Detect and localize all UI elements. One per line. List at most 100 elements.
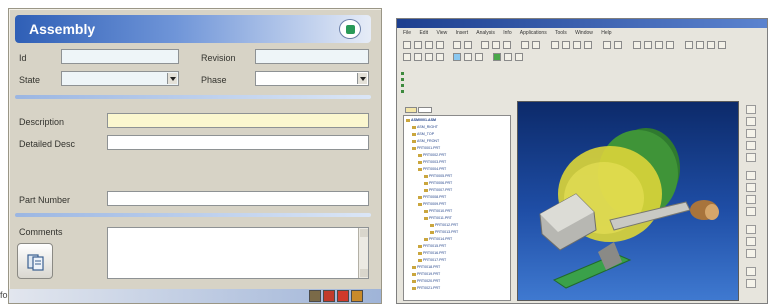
tree-item[interactable]: PRT0001.PRT (412, 146, 440, 150)
wireframe-icon[interactable] (696, 41, 704, 49)
sweep-icon[interactable] (436, 53, 444, 61)
tree-item[interactable]: PRT0006.PRT (424, 181, 452, 185)
tree-item[interactable]: PRT0020.PRT (412, 279, 440, 283)
tree-item[interactable]: PRT0017.PRT (418, 258, 446, 262)
regenerate-icon[interactable] (521, 41, 529, 49)
tree-item[interactable]: PRT0018.PRT (412, 265, 440, 269)
datum-point-icon[interactable] (655, 41, 663, 49)
help-icon[interactable] (351, 290, 363, 302)
extrude-icon[interactable] (414, 53, 422, 61)
print-icon[interactable] (436, 41, 444, 49)
tree-item[interactable]: PRT0021.PRT (412, 286, 440, 290)
zoom-out-icon[interactable] (562, 41, 570, 49)
tree-item[interactable]: PRT0019.PRT (412, 272, 440, 276)
tree-item[interactable]: ASM_FRONT (412, 139, 439, 143)
extrude-tool-icon[interactable] (746, 183, 756, 192)
menu-info[interactable]: Info (503, 30, 511, 36)
hole-tool-icon[interactable] (746, 207, 756, 216)
save-icon[interactable] (425, 41, 433, 49)
part-number-field[interactable] (107, 191, 369, 206)
chamfer-tool-icon[interactable] (746, 237, 756, 246)
undo-icon[interactable] (453, 41, 461, 49)
window-icon[interactable] (532, 41, 540, 49)
menu-file[interactable]: File (403, 30, 411, 36)
tree-item[interactable]: PRT0002.PRT (418, 153, 446, 157)
accept-icon[interactable] (493, 53, 501, 61)
attach-document-button[interactable] (17, 243, 53, 279)
revision-field[interactable] (255, 49, 369, 64)
scroll-down-icon[interactable] (360, 269, 368, 277)
tree-item[interactable]: PRT0015.PRT (418, 244, 446, 248)
menu-analysis[interactable]: Analysis (476, 30, 495, 36)
state-dropdown[interactable] (61, 71, 179, 86)
sketch-tool-icon[interactable] (746, 171, 756, 180)
paste-icon[interactable] (503, 41, 511, 49)
tree-item[interactable]: PRT0004.PRT (418, 167, 446, 171)
mirror-tool-icon[interactable] (746, 279, 756, 288)
new-icon[interactable] (403, 41, 411, 49)
component-icon[interactable] (453, 53, 461, 61)
assemble-icon[interactable] (464, 53, 472, 61)
saved-views-icon[interactable] (603, 41, 611, 49)
menu-applications[interactable]: Applications (520, 30, 547, 36)
cancel-icon[interactable] (323, 290, 335, 302)
revolve-icon[interactable] (425, 53, 433, 61)
tree-item[interactable]: PRT0013.PRT (430, 230, 458, 234)
hidden-line-icon[interactable] (707, 41, 715, 49)
detailed-desc-field[interactable] (107, 135, 369, 150)
tree-item[interactable]: PRT0008.PRT (418, 195, 446, 199)
3d-viewport[interactable] (517, 101, 739, 301)
open-icon[interactable] (414, 41, 422, 49)
scroll-up-icon[interactable] (360, 229, 368, 237)
tree-item[interactable]: PRT0014.PRT (424, 237, 452, 241)
round-tool-icon[interactable] (746, 225, 756, 234)
measure-icon[interactable] (504, 53, 512, 61)
sketch-icon[interactable] (403, 53, 411, 61)
datum-axis-icon[interactable] (644, 41, 652, 49)
refit-icon[interactable] (573, 41, 581, 49)
tab-layer-tree[interactable] (418, 107, 433, 113)
coordinate-system-tool-icon[interactable] (746, 153, 756, 162)
menu-view[interactable]: View (436, 30, 447, 36)
tree-item[interactable]: PRT0011.PRT (424, 216, 452, 220)
menu-help[interactable]: Help (601, 30, 611, 36)
zoom-in-icon[interactable] (551, 41, 559, 49)
shading-icon[interactable] (685, 41, 693, 49)
datum-axis-tool-icon[interactable] (746, 117, 756, 126)
tree-item[interactable]: PRT0005.PRT (424, 174, 452, 178)
copy-icon[interactable] (492, 41, 500, 49)
datum-plane-icon[interactable] (633, 41, 641, 49)
tree-item[interactable]: PRT0012.PRT (430, 223, 458, 227)
datum-curve-tool-icon[interactable] (746, 129, 756, 138)
layers-icon[interactable] (614, 41, 622, 49)
revolve-tool-icon[interactable] (746, 195, 756, 204)
tree-item[interactable]: PRT0007.PRT (424, 188, 452, 192)
orient-icon[interactable] (584, 41, 592, 49)
tree-item[interactable]: PRT0016.PRT (418, 251, 446, 255)
tree-item[interactable]: ASM_RIGHT (412, 125, 438, 129)
comments-scrollbar[interactable] (358, 228, 368, 278)
redo-icon[interactable] (464, 41, 472, 49)
pattern-tool-icon[interactable] (746, 267, 756, 276)
tree-root[interactable]: ASM0001.ASM (406, 118, 436, 122)
menu-tools[interactable]: Tools (555, 30, 567, 36)
tree-item[interactable]: PRT0009.PRT (418, 202, 446, 206)
csys-icon[interactable] (666, 41, 674, 49)
menu-window[interactable]: Window (575, 30, 593, 36)
create-icon[interactable] (475, 53, 483, 61)
tree-item[interactable]: PRT0003.PRT (418, 160, 446, 164)
tree-item[interactable]: ASM_TOP (412, 132, 434, 136)
tab-model-tree[interactable] (405, 107, 417, 113)
analysis-icon[interactable] (515, 53, 523, 61)
datum-point-tool-icon[interactable] (746, 141, 756, 150)
description-field[interactable] (107, 113, 369, 128)
phase-dropdown[interactable] (255, 71, 369, 86)
cut-icon[interactable] (481, 41, 489, 49)
shell-tool-icon[interactable] (746, 249, 756, 258)
assembly-badge-icon[interactable] (339, 19, 361, 39)
save-icon[interactable] (309, 290, 321, 302)
menu-edit[interactable]: Edit (419, 30, 428, 36)
menu-insert[interactable]: Insert (456, 30, 469, 36)
delete-icon[interactable] (337, 290, 349, 302)
comments-textarea[interactable] (107, 227, 369, 279)
